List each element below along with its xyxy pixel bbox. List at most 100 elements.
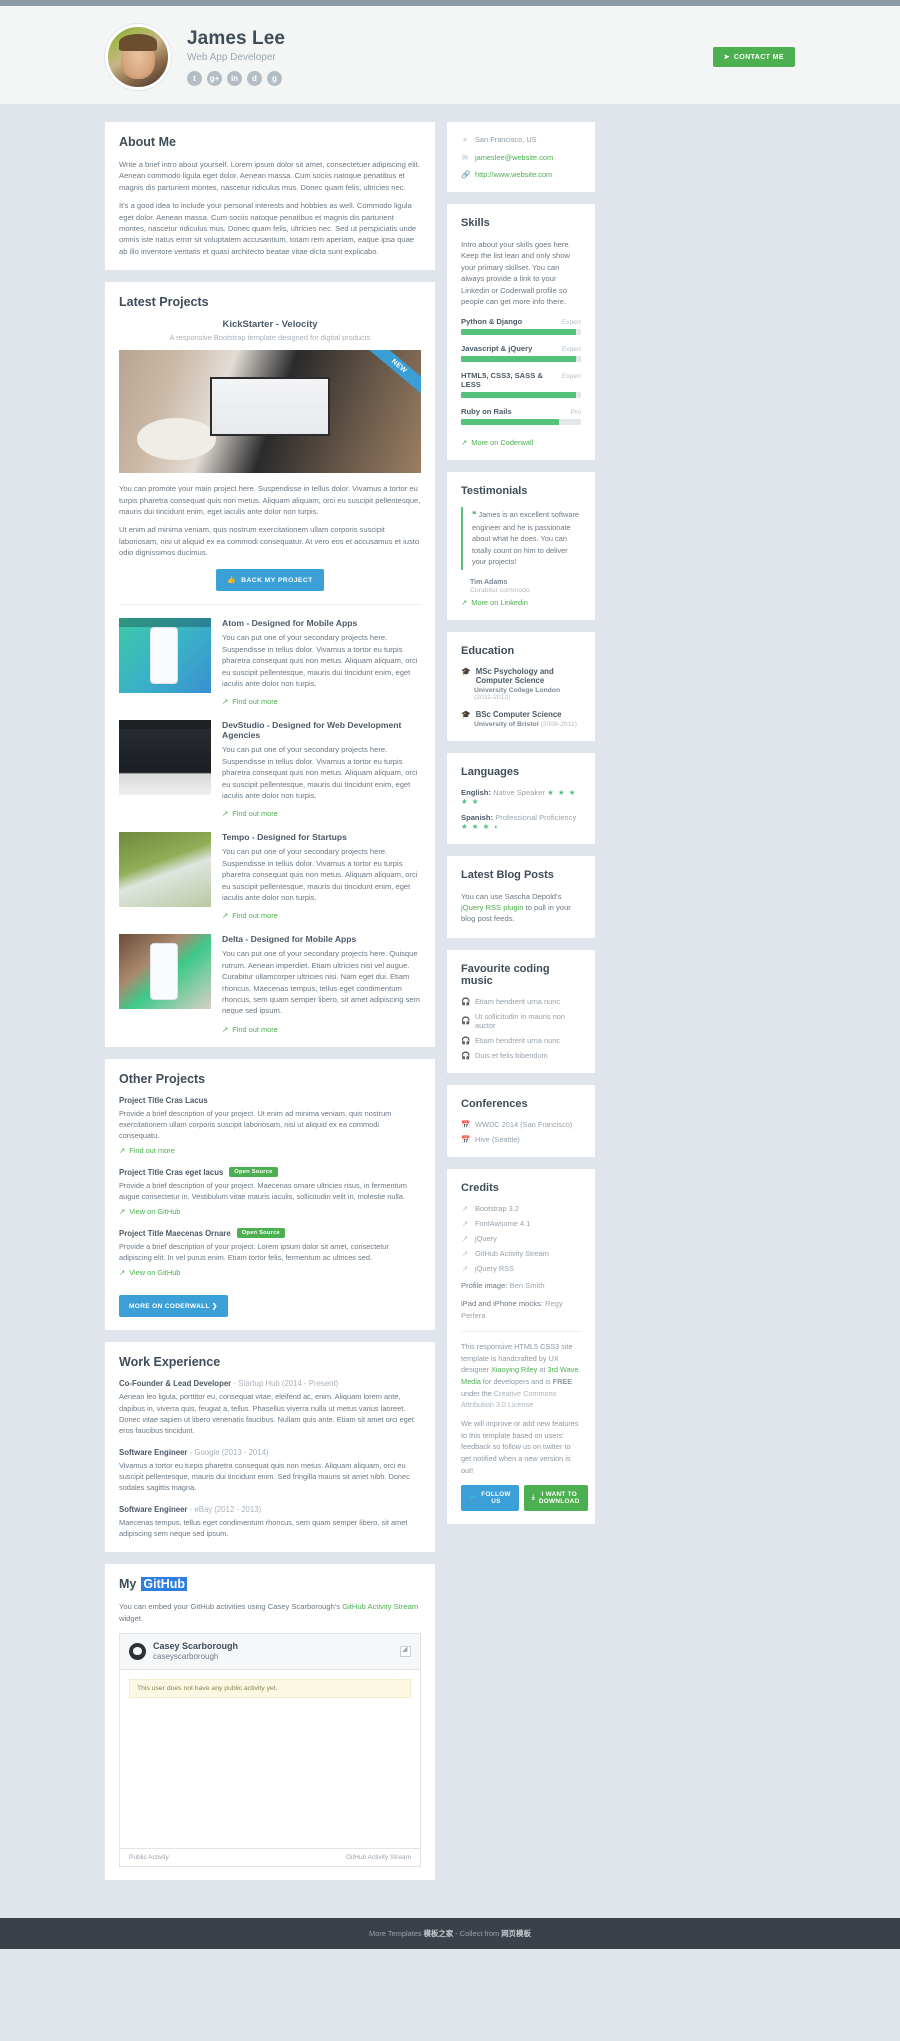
other-projects-card: Other Projects Project Title Cras Lacus … (105, 1058, 435, 1331)
more-on-coderwall-button[interactable]: MORE ON CODERWALL ❯ (119, 1295, 228, 1318)
calendar-icon: 📅 (461, 1134, 471, 1144)
credit-link-item[interactable]: ↗ jQuery (461, 1234, 581, 1243)
skill-name: Python & Django (461, 317, 523, 327)
footer-link-1[interactable]: 模板之家 (424, 1929, 454, 1938)
identity-block: James Lee Web App Developer t g+ in d g (187, 28, 285, 86)
project-find-out-more-link[interactable]: ↗ Find out more (222, 911, 278, 920)
linkedin-icon[interactable]: in (227, 71, 242, 86)
skill-item: Javascript & jQuery Expert (461, 344, 581, 363)
credits-note: This responsive HTML5 CSS3 site template… (461, 1330, 588, 1512)
google-plus-icon[interactable]: g+ (207, 71, 222, 86)
other-project-link[interactable]: ↗ View on GitHub (119, 1207, 180, 1216)
language-name: Spanish: (461, 812, 494, 822)
job-meta: - eBay (2012 - 2013) (189, 1505, 262, 1515)
project-description: You can put one of your secondary projec… (222, 949, 420, 1016)
project-thumbnail-atom[interactable] (119, 618, 211, 694)
credit-link-item[interactable]: ↗ GitHub Activity Stream (461, 1249, 581, 1258)
music-item: 🎧 Duis et felis bibendum (461, 1050, 548, 1060)
external-link-icon: ↗ (461, 1263, 469, 1273)
featured-project-image[interactable]: NEW (119, 350, 421, 474)
credit-link-item[interactable]: ↗ Bootstrap 3.2 (461, 1204, 581, 1213)
back-my-project-button[interactable]: 👍 BACK MY PROJECT (216, 569, 324, 592)
credits-heading: Credits (461, 1181, 499, 1194)
dribbble-icon[interactable]: d (247, 71, 262, 86)
external-link-icon: ↗ (461, 438, 468, 448)
external-link-icon: ↗ (119, 1146, 126, 1155)
download-button[interactable]: ⤓ I WANT TO DOWNLOAD (523, 1485, 588, 1512)
github-activity-stream-link[interactable]: GitHub Activity Stream (342, 1602, 418, 1611)
job-role: Software Engineer (119, 1447, 188, 1457)
music-heading: Favourite coding music (461, 962, 550, 987)
skill-bar (461, 356, 581, 363)
project-find-out-more-link[interactable]: ↗ Find out more (222, 697, 278, 706)
credit-link-item[interactable]: ↗ jQuery RSS (461, 1264, 581, 1273)
designer-link[interactable]: Xiaoying Riley (491, 1365, 537, 1374)
more-on-coderwall-link[interactable]: ↗ More on Coderwall (461, 438, 533, 447)
job-description: Maecenas tempus, tellus eget condimentum… (119, 1518, 408, 1539)
skill-level: Expert (561, 319, 581, 327)
github-foot-right[interactable]: GitHub Activity Stream (346, 1854, 411, 1861)
conferences-heading: Conferences (461, 1097, 528, 1110)
contact-email[interactable]: ✉ jameslee@website.com (461, 153, 581, 162)
blog-text: You can use Sascha Depold's jQuery RSS p… (461, 891, 571, 924)
other-projects-heading: Other Projects (119, 1071, 206, 1086)
contact-website[interactable]: 🔗 http://www.website.com (461, 170, 581, 179)
skills-heading: Skills (461, 217, 490, 229)
skill-level: Expert (561, 346, 581, 354)
new-ribbon: NEW (364, 350, 421, 398)
project-item: Delta - Designed for Mobile Apps You can… (119, 934, 421, 1034)
external-link-icon: ↗ (461, 1203, 469, 1213)
contact-me-button[interactable]: ➤ CONTACT ME (712, 47, 795, 67)
broken-image-icon (400, 1645, 411, 1658)
calendar-icon: 📅 (461, 1119, 471, 1129)
credits-card: Credits ↗ Bootstrap 3.2 ↗ FontAwsome 4.1 ↗… (447, 1168, 595, 1525)
project-find-out-more-link[interactable]: ↗ Find out more (222, 809, 278, 818)
github-icon[interactable]: g (267, 71, 282, 86)
project-find-out-more-link[interactable]: ↗ Find out more (222, 1025, 278, 1034)
jquery-rss-plugin-link[interactable]: jQuery RSS plugin (461, 903, 523, 912)
education-school: University College London (474, 686, 561, 694)
other-project-link[interactable]: ↗ Find out more (119, 1146, 175, 1155)
main-column: About Me Write a brief intro about yours… (105, 122, 435, 1892)
project-thumbnail-devstudio[interactable] (119, 720, 211, 796)
testimonials-card: Testimonials ❝ James is an excellent sof… (447, 472, 595, 620)
github-heading: My GitHub (119, 1577, 188, 1592)
github-foot-left[interactable]: Public Activity (129, 1854, 169, 1861)
education-heading: Education (461, 644, 515, 657)
skill-name: Javascript & jQuery (461, 344, 533, 354)
skill-name: Ruby on Rails (461, 407, 512, 417)
testimonial-author-title: Curabitur commodo (470, 586, 530, 594)
external-link-icon: ↗ (222, 809, 229, 819)
credit-link-item[interactable]: ↗ FontAwsome 4.1 (461, 1219, 581, 1228)
other-project-item: Project Title Cras Lacus Provide a brief… (119, 1096, 421, 1155)
project-thumbnail-tempo[interactable] (119, 832, 211, 908)
other-project-title: Project Title Maecenas Ornare (119, 1228, 231, 1238)
skill-level: Pro (570, 409, 581, 417)
blog-heading: Latest Blog Posts (461, 868, 554, 881)
job-role: Software Engineer (119, 1505, 188, 1515)
project-description: You can put one of your secondary projec… (222, 633, 418, 689)
job-meta: - Google (2013 - 2014) (189, 1447, 269, 1457)
language-name: English: (461, 787, 491, 797)
more-on-linkedin-link[interactable]: ↗ More on Linkedin (461, 598, 528, 607)
other-project-link[interactable]: ↗ View on GitHub (119, 1268, 180, 1277)
language-stars: ★ ★ ★ ◖ (461, 821, 499, 831)
external-link-icon: ↗ (222, 697, 229, 707)
job-tagline: Web App Developer (187, 52, 276, 63)
job-meta: - Startup Hub (2014 - Present) (233, 1379, 339, 1389)
language-item: Spanish: Professional Proficiency ★ ★ ★ … (461, 813, 581, 831)
follow-us-button[interactable]: 🐦 FOLLOW US (461, 1485, 519, 1512)
twitter-icon[interactable]: t (187, 71, 202, 86)
project-title: Delta - Designed for Mobile Apps (222, 934, 357, 945)
twitter-icon: 🐦 (469, 1495, 478, 1503)
education-degree: BSc Computer Science (475, 709, 562, 719)
project-thumbnail-delta[interactable] (119, 934, 211, 1010)
github-empty-alert: This user does not have any public activ… (129, 1679, 411, 1699)
job-description: Vivamus a tortor eu turpis pharetra cons… (119, 1460, 410, 1493)
footer-link-2[interactable]: 网页模板 (501, 1929, 531, 1938)
contact-card: ⌖ San Francisco, US ✉ jameslee@website.c… (447, 122, 595, 192)
skill-item: Python & Django Expert (461, 317, 581, 336)
headphones-icon: 🎧 (461, 996, 471, 1006)
education-years: (2011-2012) (474, 693, 511, 701)
social-links: t g+ in d g (187, 71, 285, 86)
